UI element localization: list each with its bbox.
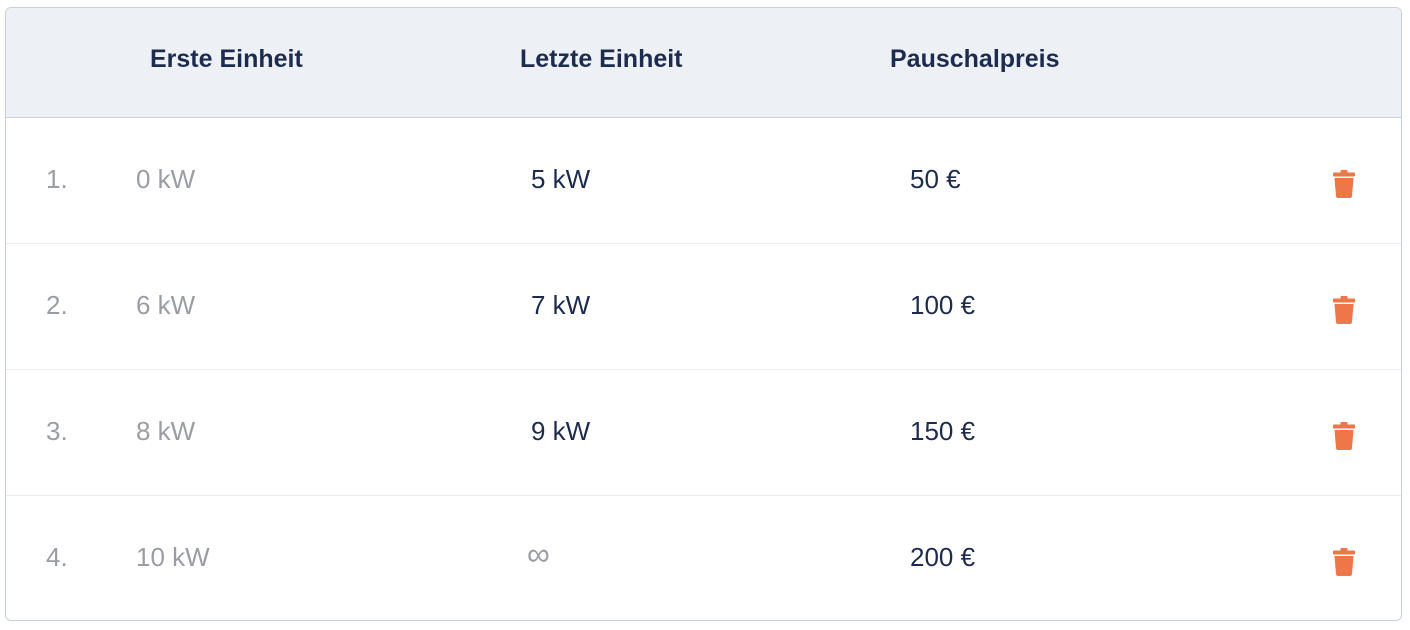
trash-icon [1333, 296, 1355, 324]
table-row: 4. 10 kW ∞ 200 € [6, 496, 1401, 620]
delete-row-button[interactable] [1322, 542, 1366, 582]
first-unit-value: 6 kW [136, 290, 196, 320]
flat-price-value[interactable]: 100 € [910, 290, 975, 320]
first-unit-value: 0 kW [136, 164, 196, 194]
column-header-last-unit: Letzte Einheit [520, 45, 683, 73]
column-header-first-unit: Erste Einheit [150, 45, 303, 73]
delete-row-button[interactable] [1322, 164, 1366, 204]
trash-icon [1333, 170, 1355, 198]
last-unit-value[interactable]: 9 kW [531, 416, 590, 446]
pricing-tier-table: Erste Einheit Letzte Einheit Pauschalpre… [5, 7, 1402, 621]
first-unit-value: 10 kW [136, 542, 210, 572]
flat-price-value[interactable]: 50 € [910, 164, 961, 194]
column-header-flat-price: Pauschalpreis [890, 45, 1060, 73]
first-unit-value: 8 kW [136, 416, 196, 446]
row-number: 2. [46, 290, 68, 320]
flat-price-value[interactable]: 150 € [910, 416, 975, 446]
row-number: 3. [46, 416, 68, 446]
last-unit-value[interactable]: 5 kW [531, 164, 590, 194]
last-unit-value[interactable]: 7 kW [531, 290, 590, 320]
table-header-row: Erste Einheit Letzte Einheit Pauschalpre… [6, 8, 1401, 118]
table-row: 3. 8 kW 9 kW 150 € [6, 370, 1401, 496]
row-number: 1. [46, 164, 68, 194]
trash-icon [1333, 548, 1355, 576]
delete-row-button[interactable] [1322, 290, 1366, 330]
last-unit-value[interactable]: ∞ [527, 538, 550, 570]
row-number: 4. [46, 542, 68, 572]
flat-price-value[interactable]: 200 € [910, 542, 975, 572]
trash-icon [1333, 422, 1355, 450]
delete-row-button[interactable] [1322, 416, 1366, 456]
table-row: 2. 6 kW 7 kW 100 € [6, 244, 1401, 370]
table-row: 1. 0 kW 5 kW 50 € [6, 118, 1401, 244]
